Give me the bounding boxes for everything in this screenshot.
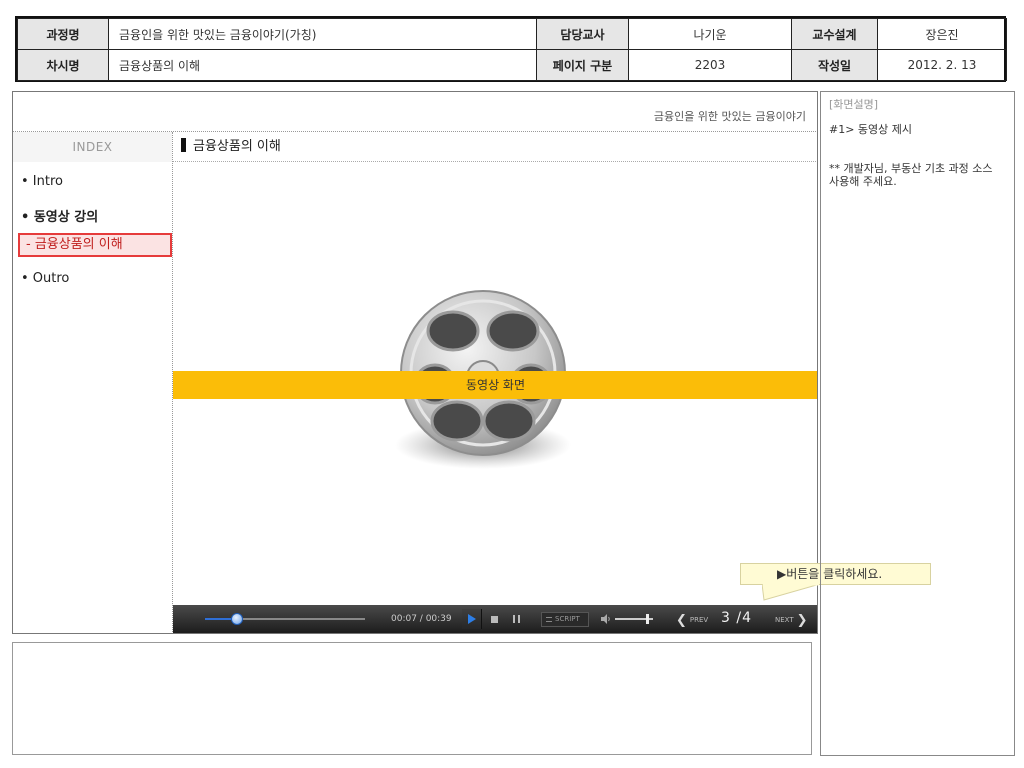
teacher-value: 나기운 [628, 18, 792, 50]
play-icon [467, 614, 476, 624]
screen-description-panel: [화면설명] #1> 동영상 제시 ** 개발자님, 부동산 기초 과정 소스 … [820, 91, 1015, 756]
callout-pointer [762, 584, 821, 601]
chevron-right-icon: ❯ [796, 613, 808, 628]
description-note: ** 개발자님, 부동산 기초 과정 소스 사용해 주세요. [829, 162, 993, 188]
date-value: 2012. 2. 13 [877, 49, 1007, 81]
top-bar: 금융인을 위한 맛있는 금융이야기 [13, 92, 817, 132]
stop-button[interactable] [484, 609, 504, 629]
prev-label: PREV [689, 616, 709, 624]
page-label: 페이지 구분 [536, 49, 629, 81]
content-area: 금융상품의 이해 동영상 화면 00:07 / 00:39 SCRIPT ❮ P… [173, 132, 817, 633]
volume-slider[interactable] [615, 614, 653, 624]
lesson-screen: 금융인을 위한 맛있는 금융이야기 INDEX • Intro • 동영상 강의… [12, 91, 818, 634]
index-heading: INDEX [13, 132, 172, 162]
site-title: 금융인을 위한 맛있는 금융이야기 [653, 110, 806, 123]
page-indicator: 3 /4 [721, 610, 752, 626]
description-title: [화면설명] [829, 98, 879, 111]
description-line: #1> 동영상 제시 [829, 123, 913, 136]
video-screen-placeholder: 동영상 화면 [173, 371, 817, 399]
design-value: 장은진 [877, 18, 1007, 50]
seek-bar[interactable] [205, 613, 365, 625]
page-value: 2203 [628, 49, 792, 81]
index-sidebar: INDEX • Intro • 동영상 강의 - 금융상품의 이해 • Outr… [13, 132, 173, 633]
next-button[interactable]: NEXT ❯ [775, 613, 808, 628]
volume-icon[interactable] [601, 614, 611, 624]
section-title: 금융상품의 이해 [173, 132, 817, 162]
time-display: 00:07 / 00:39 [391, 614, 452, 624]
video-player-controls: 00:07 / 00:39 SCRIPT ❮ PREV 3 /4 NEXT ❯ [173, 605, 817, 633]
course-value: 금융인을 위한 맛있는 금융이야기(가칭) [108, 18, 537, 50]
storyboard-header: 과정명 금융인을 위한 맛있는 금융이야기(가칭) 담당교사 나기운 교수설계 … [15, 16, 1007, 82]
seek-handle[interactable] [231, 613, 243, 625]
chevron-left-icon: ❮ [676, 613, 687, 628]
pause-icon [512, 615, 520, 623]
course-label: 과정명 [17, 18, 109, 50]
sidebar-item-outro[interactable]: • Outro [21, 271, 69, 286]
script-label: SCRIPT [555, 615, 580, 623]
session-value: 금융상품의 이해 [108, 49, 537, 81]
script-button[interactable]: SCRIPT [541, 612, 589, 627]
date-label: 작성일 [791, 49, 878, 81]
play-button[interactable] [462, 609, 482, 629]
section-title-text: 금융상품의 이해 [193, 139, 281, 154]
teacher-label: 담당교사 [536, 18, 629, 50]
bottom-notes-area [12, 642, 812, 755]
title-marker-icon [181, 138, 186, 152]
design-label: 교수설계 [791, 18, 878, 50]
session-label: 차시명 [17, 49, 109, 81]
sidebar-item-financial-products[interactable]: - 금융상품의 이해 [18, 233, 172, 257]
header-table: 과정명 금융인을 위한 맛있는 금융이야기(가칭) 담당교사 나기운 교수설계 … [17, 18, 1007, 81]
sidebar-item-intro[interactable]: • Intro [21, 174, 63, 189]
stop-icon [490, 615, 498, 623]
next-label: NEXT [775, 616, 794, 624]
pause-button[interactable] [506, 609, 526, 629]
script-list-icon [546, 617, 552, 622]
prev-button[interactable]: ❮ PREV [676, 613, 708, 628]
volume-handle[interactable] [646, 614, 650, 624]
sidebar-item-video-lecture[interactable]: • 동영상 강의 [21, 206, 98, 225]
